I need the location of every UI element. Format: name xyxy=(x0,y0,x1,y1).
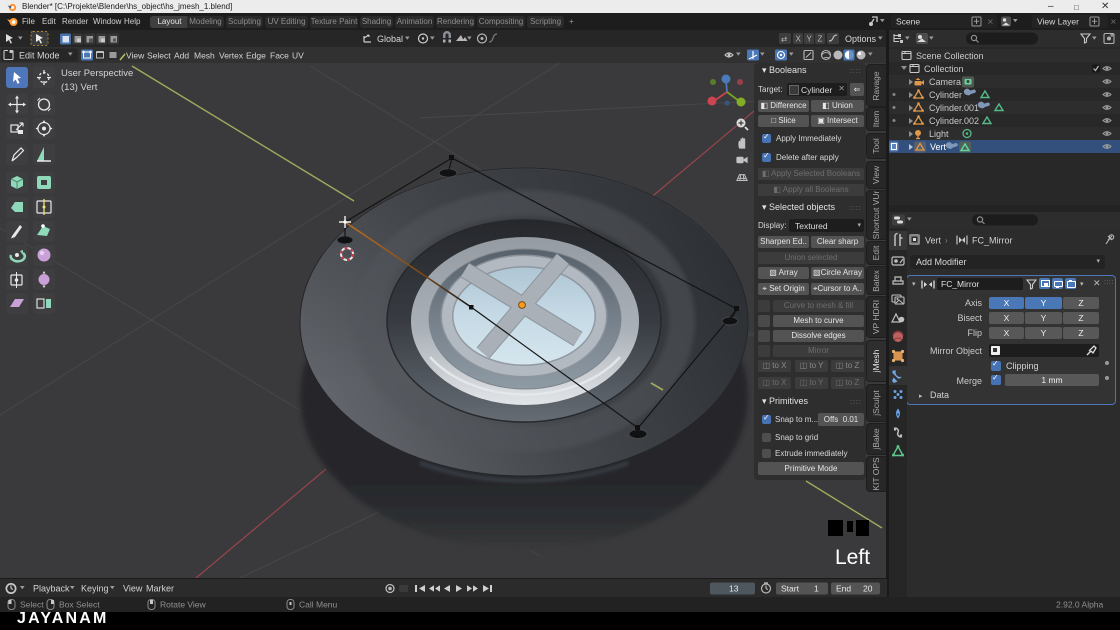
svg-text:Cylinder.001: Cylinder.001 xyxy=(929,103,979,113)
svg-text:Select: Select xyxy=(20,600,44,610)
svg-text:Z: Z xyxy=(818,35,823,44)
svg-text:Face: Face xyxy=(270,51,289,61)
svg-text:1: 1 xyxy=(814,584,819,594)
svg-text:Scene Collection: Scene Collection xyxy=(916,51,984,61)
svg-text:(13) Vert: (13) Vert xyxy=(61,82,98,93)
svg-text:Light: Light xyxy=(929,129,949,139)
svg-text:Vert: Vert xyxy=(930,142,947,152)
svg-text:Keying: Keying xyxy=(81,584,109,594)
svg-text:2.92.0 Alpha: 2.92.0 Alpha xyxy=(1056,600,1104,610)
svg-text:Collection: Collection xyxy=(924,64,964,74)
svg-text:Marker: Marker xyxy=(146,584,174,594)
svg-text:⇄: ⇄ xyxy=(781,35,788,44)
svg-text:Call Menu: Call Menu xyxy=(299,600,338,610)
svg-text:Cylinder: Cylinder xyxy=(929,90,962,100)
svg-text:FC_Mirror: FC_Mirror xyxy=(972,236,1013,246)
svg-text:Global: Global xyxy=(377,34,403,44)
svg-text:Add: Add xyxy=(174,51,189,61)
svg-text:✕: ✕ xyxy=(987,18,994,27)
svg-text:User Perspective: User Perspective xyxy=(61,68,133,79)
svg-text:Scene: Scene xyxy=(896,17,920,27)
svg-text:Cylinder.002: Cylinder.002 xyxy=(929,116,979,126)
svg-text:✕: ✕ xyxy=(1110,18,1117,27)
svg-text:›: › xyxy=(945,236,948,245)
svg-text:View: View xyxy=(123,584,143,594)
svg-text:End: End xyxy=(836,584,851,594)
svg-text:Edit Mode: Edit Mode xyxy=(19,51,60,61)
svg-text:Edge: Edge xyxy=(246,51,266,61)
svg-text:Select: Select xyxy=(147,51,171,61)
svg-text:Box Select: Box Select xyxy=(59,600,100,610)
svg-text:Left: Left xyxy=(835,546,870,569)
svg-text:13: 13 xyxy=(729,584,739,594)
svg-text:UV: UV xyxy=(292,51,304,61)
svg-text:Rotate View: Rotate View xyxy=(160,600,207,610)
svg-text:View: View xyxy=(126,51,145,61)
svg-text:Options: Options xyxy=(845,34,877,44)
svg-text:20: 20 xyxy=(863,584,873,594)
svg-text:Start: Start xyxy=(781,584,800,594)
svg-text:Y: Y xyxy=(807,35,813,44)
svg-text:Playback: Playback xyxy=(33,584,70,594)
svg-text:Camera: Camera xyxy=(929,77,961,87)
svg-text:Mesh: Mesh xyxy=(194,51,215,61)
svg-text:Vert: Vert xyxy=(925,236,942,246)
svg-text:X: X xyxy=(796,35,802,44)
svg-text:View Layer: View Layer xyxy=(1037,17,1079,27)
svg-text:Vertex: Vertex xyxy=(219,51,244,61)
